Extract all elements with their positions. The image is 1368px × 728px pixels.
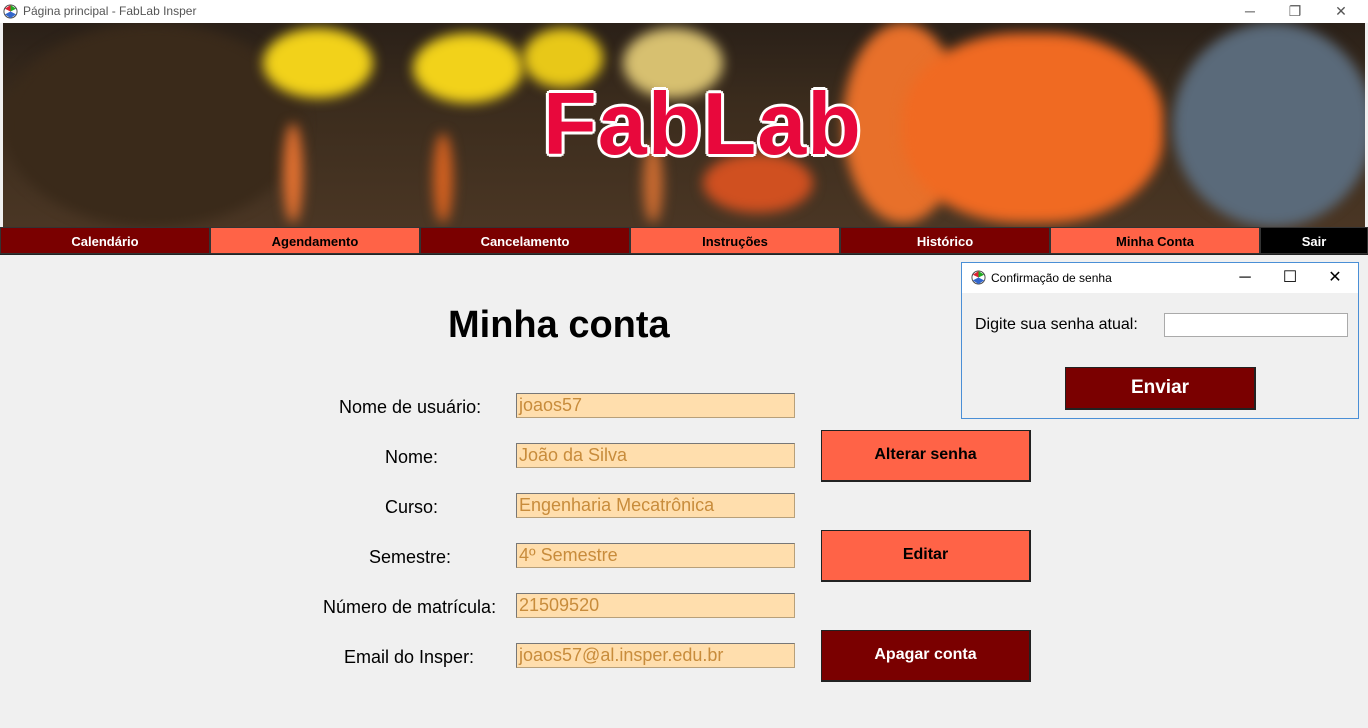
fablab-logo: FabLab	[543, 74, 862, 173]
semester-label: Semestre:	[369, 547, 452, 567]
course-field[interactable]: Engenharia Mecatrônica	[516, 493, 795, 518]
nav-item-cancelamento[interactable]: Cancelamento	[420, 227, 630, 254]
nav-item-sair[interactable]: Sair	[1260, 227, 1368, 254]
submit-button[interactable]: Enviar	[1065, 367, 1256, 410]
close-icon[interactable]: ✕	[1318, 0, 1364, 23]
minimize-icon[interactable]: ─	[1227, 0, 1273, 23]
main-nav: Calendário Agendamento Cancelamento Inst…	[0, 227, 1368, 255]
password-confirmation-dialog: Confirmação de senha ─ ☐ ✕ Digite sua se…	[961, 262, 1359, 419]
banner-image: FabLab	[3, 23, 1365, 227]
window-title: Página principal - FabLab Insper	[23, 4, 197, 18]
minimize-icon[interactable]: ─	[1222, 263, 1268, 293]
username-field[interactable]: joaos57	[516, 393, 795, 418]
username-label: Nome de usuário:	[339, 397, 482, 417]
window-titlebar: Página principal - FabLab Insper ─ ❐ ✕	[0, 0, 1368, 23]
page-title: Minha conta	[448, 304, 670, 346]
nav-item-calendario[interactable]: Calendário	[0, 227, 210, 254]
nav-item-minha-conta[interactable]: Minha Conta	[1050, 227, 1260, 254]
password-prompt-label: Digite sua senha atual:	[975, 316, 1138, 333]
email-field[interactable]: joaos57@al.insper.edu.br	[516, 643, 795, 668]
dialog-titlebar: Confirmação de senha ─ ☐ ✕	[962, 263, 1358, 293]
email-label: Email do Insper:	[344, 647, 475, 667]
current-password-input[interactable]	[1164, 313, 1348, 337]
semester-field[interactable]: 4º Semestre	[516, 543, 795, 568]
close-icon[interactable]: ✕	[1312, 263, 1358, 293]
dialog-title: Confirmação de senha	[991, 271, 1112, 285]
nav-item-instrucoes[interactable]: Instruções	[630, 227, 840, 254]
app-icon	[971, 270, 986, 285]
enrollment-field[interactable]: 21509520	[516, 593, 795, 618]
restore-icon[interactable]: ❐	[1272, 0, 1318, 23]
name-label: Nome:	[385, 447, 439, 467]
nav-item-agendamento[interactable]: Agendamento	[210, 227, 420, 254]
nav-item-historico[interactable]: Histórico	[840, 227, 1050, 254]
maximize-icon[interactable]: ☐	[1267, 263, 1313, 293]
delete-account-button[interactable]: Apagar conta	[821, 630, 1031, 682]
course-label: Curso:	[385, 497, 439, 517]
name-field[interactable]: João da Silva	[516, 443, 795, 468]
change-password-button[interactable]: Alterar senha	[821, 430, 1031, 482]
edit-button[interactable]: Editar	[821, 530, 1031, 582]
app-icon	[3, 4, 18, 19]
enrollment-label: Número de matrícula:	[323, 597, 497, 617]
